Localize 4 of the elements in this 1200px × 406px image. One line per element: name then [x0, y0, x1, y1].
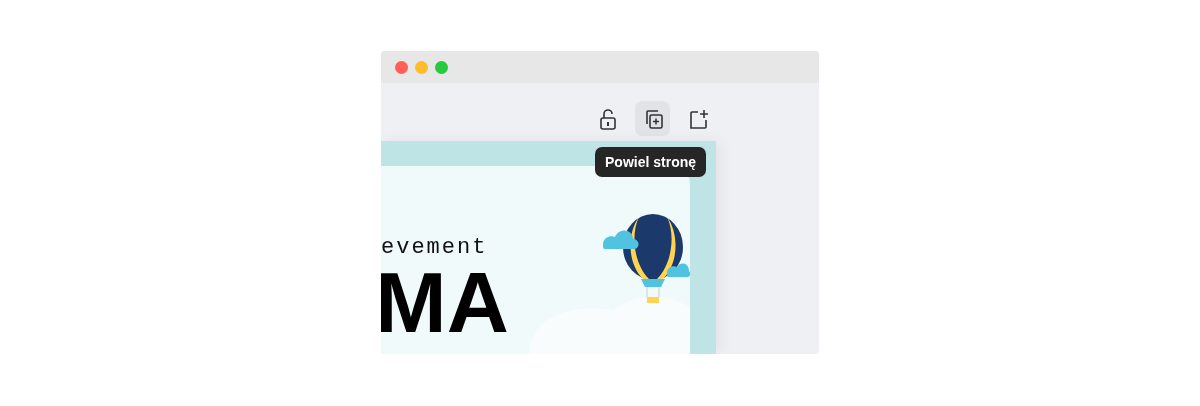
duplicate-button[interactable]	[635, 101, 670, 136]
tooltip: Powiel stronę	[595, 147, 707, 177]
design-title: MA	[381, 262, 509, 342]
design-subtitle: evement	[381, 234, 488, 262]
